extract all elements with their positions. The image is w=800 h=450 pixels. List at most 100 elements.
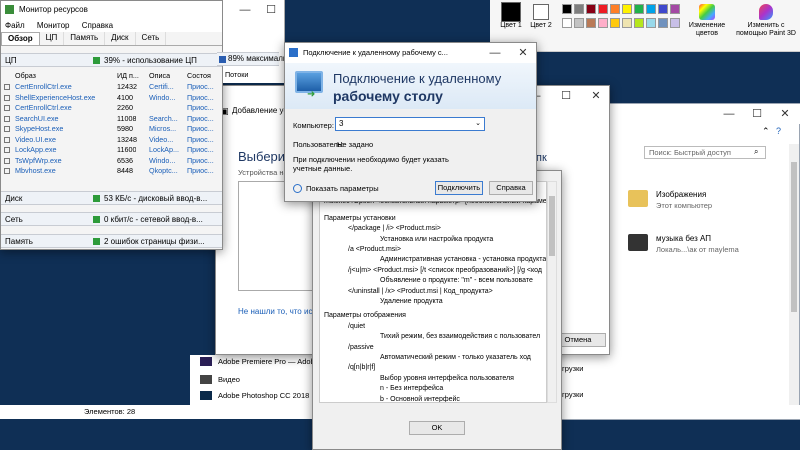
wizard-subtitle: Устройства на xyxy=(238,168,288,177)
minimize-icon[interactable]: — xyxy=(715,104,743,124)
maximize-icon[interactable]: ☐ xyxy=(743,104,771,124)
rdp-note: При подключении необходимо будет указать… xyxy=(293,155,449,173)
tab-overview[interactable]: Обзор xyxy=(1,32,40,45)
color-swatch[interactable] xyxy=(670,18,680,28)
help-button[interactable]: Справка xyxy=(489,181,533,195)
computer-input[interactable]: 3 xyxy=(339,119,343,128)
computer-field[interactable]: 3 ⌄ xyxy=(335,117,485,131)
color-swatch[interactable] xyxy=(646,4,656,14)
net-section-header[interactable]: Сеть 0 кбит/с - сетевой ввод-в... xyxy=(1,212,222,226)
table-row[interactable]: TsWpfWrp.exe 6536 Windo... Приос... xyxy=(1,156,222,166)
table-row[interactable]: CertEnrollCtrl.exe 2260 Приос... xyxy=(1,103,222,113)
help-icon[interactable]: ? xyxy=(776,126,781,136)
resmon-app-icon xyxy=(5,5,14,14)
color-swatch[interactable] xyxy=(634,4,644,14)
table-row[interactable]: SearchUI.exe 11008 Search... Приос... xyxy=(1,113,222,124)
minimize-icon[interactable]: — xyxy=(231,0,259,20)
checkbox[interactable] xyxy=(4,147,10,153)
table-row[interactable]: CertEnrollCtrl.exe 12432 Certifi... Приос..… xyxy=(1,82,222,92)
col-threads[interactable]: Потоки xyxy=(225,70,248,79)
close-icon[interactable]: ✕ xyxy=(509,43,536,63)
color-swatch[interactable] xyxy=(634,18,644,28)
color-swatch[interactable] xyxy=(574,4,584,14)
msiexec-window: Установщик Windows®. Версия 5.0.17134.1m… xyxy=(312,170,562,450)
not-found-link[interactable]: Не нашли то, что ис xyxy=(238,307,312,316)
edit-colors-button[interactable]: Изменение цветов xyxy=(682,2,732,48)
cpu-max-icon xyxy=(219,56,226,63)
mem-section-header[interactable]: Память 2 ошибок страницы физи... xyxy=(1,234,222,248)
paint3d-button[interactable]: Изменить с помощью Paint 3D xyxy=(736,2,796,48)
connect-button[interactable]: Подключить xyxy=(435,181,483,195)
checkbox[interactable] xyxy=(4,157,10,164)
checkbox[interactable] xyxy=(4,126,10,132)
color-swatch[interactable] xyxy=(658,4,668,14)
chevron-down-icon[interactable]: ⌄ xyxy=(475,118,481,130)
menu-file[interactable]: Файл xyxy=(5,21,25,30)
table-row[interactable]: Video.UI.exe 13248 Video... Приос... xyxy=(1,135,222,145)
color-swatch[interactable] xyxy=(646,18,656,28)
proc-state: Приос... xyxy=(187,113,214,123)
table-row[interactable]: ShellExperienceHost.exe 4100 Windo... Приос… xyxy=(1,93,222,103)
chevron-up-icon[interactable]: ⌃ xyxy=(762,126,770,137)
color-swatch[interactable] xyxy=(658,18,668,28)
color-swatch[interactable] xyxy=(586,18,596,28)
list-item[interactable]: Изображения Этот компьютер xyxy=(626,188,796,214)
rm-titlebar: Монитор ресурсов xyxy=(1,1,222,19)
color-swatch[interactable] xyxy=(598,4,608,14)
checkbox[interactable] xyxy=(4,136,10,143)
color-swatch[interactable] xyxy=(670,4,680,14)
tab-network[interactable]: Сеть xyxy=(136,32,167,45)
rdp-window: Подключение к удаленному рабочему с... —… xyxy=(284,42,537,202)
msi-line: Установка или настройка продукта xyxy=(380,235,494,243)
minimize-icon[interactable]: — xyxy=(481,43,509,63)
color-swatch[interactable] xyxy=(622,18,632,28)
col-image[interactable]: Образ xyxy=(15,71,36,80)
tab-memory[interactable]: Память xyxy=(64,32,106,45)
list-item[interactable]: музыка без АП Локаль...\ак от maylema xyxy=(626,232,796,258)
color-swatch[interactable] xyxy=(622,4,632,14)
color1-button[interactable]: Цвет 1 xyxy=(498,2,524,46)
section-label: Сеть xyxy=(5,215,23,224)
checkbox[interactable] xyxy=(4,84,10,90)
close-icon[interactable]: ✕ xyxy=(582,86,609,106)
search-input[interactable]: Поиск: Быстрый доступ xyxy=(649,148,731,157)
tab-disk[interactable]: Диск xyxy=(105,32,136,45)
net-indicator xyxy=(93,216,100,223)
table-row[interactable]: Mbvhost.exe 8448 Qkoptc... Приос... xyxy=(1,166,222,176)
msi-line: b - Основной интерфейс xyxy=(380,395,460,403)
scrollbar[interactable] xyxy=(789,144,799,414)
cpu-section-header[interactable]: ЦП 39% - использование ЦП xyxy=(1,53,222,67)
close-icon[interactable]: ✕ xyxy=(771,104,799,124)
disk-section-header[interactable]: Диск 53 КБ/с - дисковый ввод-в... xyxy=(1,191,222,205)
menu-monitor[interactable]: Монитор xyxy=(37,21,70,30)
maximize-icon[interactable]: ☐ xyxy=(552,86,580,106)
col-pid[interactable]: ИД п... xyxy=(117,71,139,80)
checkbox[interactable] xyxy=(4,115,10,122)
checkbox[interactable] xyxy=(4,105,10,111)
col-state[interactable]: Состоя xyxy=(187,71,211,80)
color2-button[interactable]: Цвет 2 xyxy=(528,2,554,46)
checkbox[interactable] xyxy=(4,168,10,174)
color-swatch[interactable] xyxy=(574,18,584,28)
ok-button[interactable]: OK xyxy=(409,421,465,435)
proc-name: SkypeHost.exe xyxy=(15,124,64,133)
search-icon[interactable]: ⌕ xyxy=(754,147,758,157)
color-swatch[interactable] xyxy=(610,18,620,28)
color-swatch[interactable] xyxy=(598,18,608,28)
maximize-icon[interactable]: ☐ xyxy=(257,0,285,20)
checkbox[interactable] xyxy=(4,94,10,101)
tab-cpu[interactable]: ЦП xyxy=(40,32,65,45)
proc-state: Приос... xyxy=(187,82,214,91)
color-swatch[interactable] xyxy=(562,4,572,14)
col-desc[interactable]: Описа xyxy=(149,71,170,80)
msi-line: /quiet xyxy=(348,322,366,330)
color-swatch[interactable] xyxy=(562,18,572,28)
msi-scrollbar[interactable] xyxy=(547,181,557,403)
table-row[interactable]: LockApp.exe 11600 LockAp... Приос... xyxy=(1,145,222,155)
menu-help[interactable]: Справка xyxy=(82,21,113,30)
search-box[interactable]: Поиск: Быстрый доступ xyxy=(644,146,766,159)
color-swatch[interactable] xyxy=(610,4,620,14)
disk-usage: 53 КБ/с - дисковый ввод-в... xyxy=(104,194,208,203)
color-swatch[interactable] xyxy=(586,4,596,14)
table-row[interactable]: SkypeHost.exe 5980 Micros... Приос... xyxy=(1,124,222,134)
